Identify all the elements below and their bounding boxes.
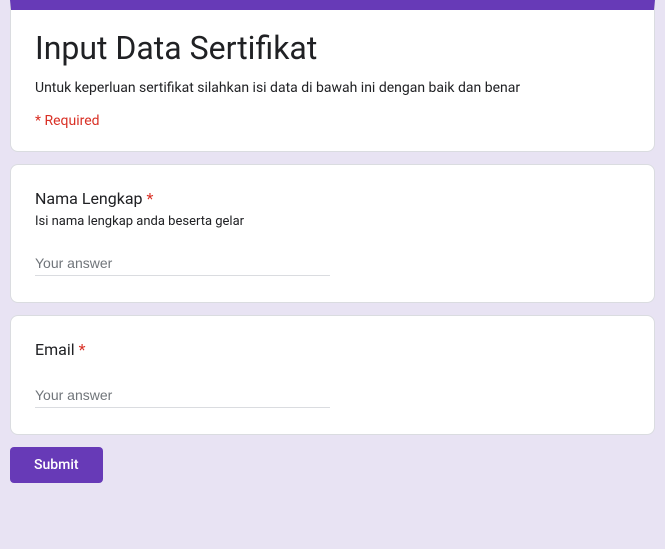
required-star-icon: *	[79, 340, 86, 359]
required-note: * Required	[35, 113, 630, 129]
form-header-card: Input Data Sertifikat Untuk keperluan se…	[10, 0, 655, 152]
required-star-icon: *	[147, 189, 154, 208]
question-card-email: Email *	[10, 315, 655, 435]
question-label-email: Email *	[35, 340, 630, 359]
question-description-nama: Isi nama lengkap anda beserta gelar	[35, 214, 630, 229]
email-input[interactable]	[35, 383, 330, 408]
nama-lengkap-input[interactable]	[35, 251, 330, 276]
spacer	[35, 365, 630, 383]
form-container: Input Data Sertifikat Untuk keperluan se…	[10, 0, 655, 483]
form-title: Input Data Sertifikat	[35, 28, 630, 68]
submit-button[interactable]: Submit	[10, 447, 103, 483]
form-description: Untuk keperluan sertifikat silahkan isi …	[35, 78, 630, 99]
question-card-nama: Nama Lengkap * Isi nama lengkap anda bes…	[10, 164, 655, 303]
question-label-text: Nama Lengkap	[35, 189, 143, 208]
question-label-text: Email	[35, 340, 75, 359]
question-label-nama: Nama Lengkap *	[35, 189, 630, 208]
